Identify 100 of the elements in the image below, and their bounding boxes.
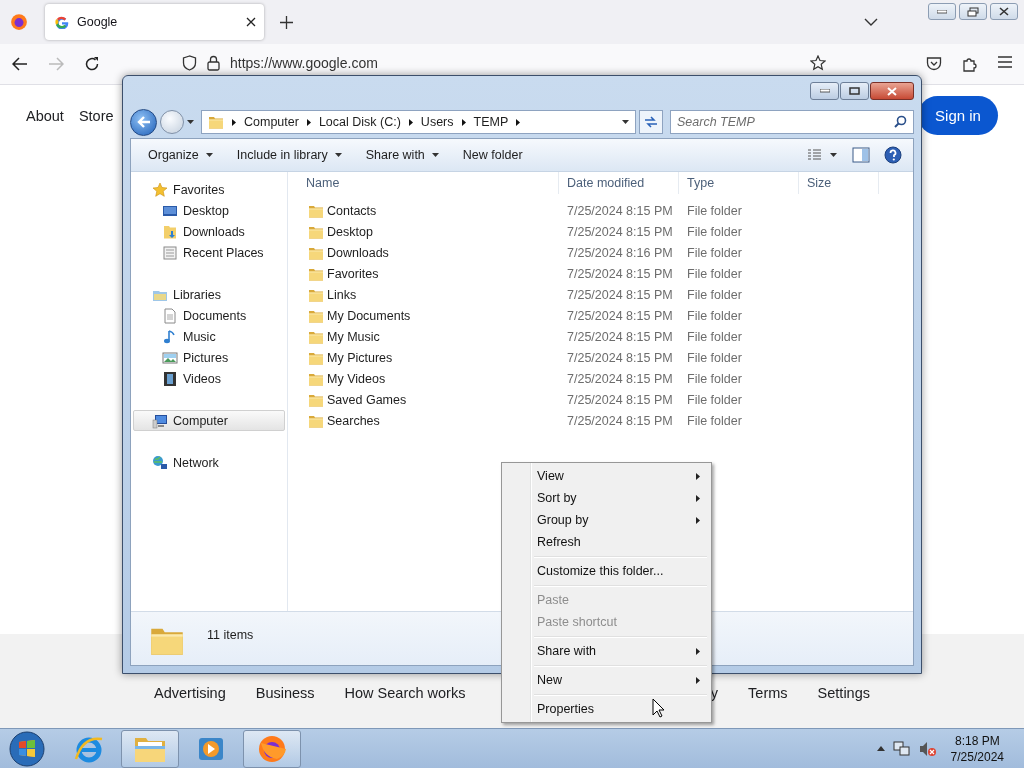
reload-icon[interactable] <box>84 56 100 72</box>
nav-item[interactable]: Music <box>133 326 285 347</box>
file-name[interactable]: Desktop <box>288 223 559 240</box>
file-name[interactable]: Contacts <box>288 202 559 219</box>
search-field[interactable]: Search TEMP <box>670 110 914 134</box>
date-modified: 7/25/2024 8:15 PM <box>566 266 674 281</box>
footer-link[interactable]: Business <box>255 685 315 701</box>
submenu-arrow-icon <box>696 516 700 524</box>
date-modified: 7/25/2024 8:15 PM <box>566 413 674 428</box>
header-link[interactable]: Store <box>78 108 114 124</box>
file-type: File folder <box>686 287 743 302</box>
column-header[interactable]: Type <box>679 172 799 194</box>
toolbar-button[interactable]: Include in library <box>230 145 348 165</box>
file-name[interactable]: My Documents <box>288 307 559 324</box>
menu-icon[interactable] <box>998 56 1012 68</box>
breadcrumb-item[interactable]: TEMP <box>473 115 509 129</box>
caret-icon <box>205 153 213 157</box>
file-name[interactable]: My Pictures <box>288 349 559 366</box>
file-name[interactable]: Downloads <box>288 244 559 261</box>
caret-up-icon[interactable] <box>876 746 885 751</box>
network-icon[interactable] <box>892 740 911 757</box>
close-icon[interactable] <box>246 17 256 27</box>
minimize-icon <box>937 9 947 14</box>
file-name[interactable]: Favorites <box>288 265 559 282</box>
volume-muted-icon[interactable] <box>918 740 937 757</box>
close-button[interactable] <box>870 82 914 100</box>
menu-item[interactable]: Properties <box>504 698 709 720</box>
nav-item[interactable]: Favorites <box>133 179 285 200</box>
document-icon <box>162 307 178 324</box>
menu-item[interactable]: New <box>504 669 709 691</box>
nav-item[interactable]: Downloads <box>133 221 285 242</box>
puzzle-icon[interactable] <box>962 56 978 72</box>
menu-item[interactable]: Group by <box>504 509 709 531</box>
nav-item[interactable]: Libraries <box>133 284 285 305</box>
taskbar-button[interactable] <box>243 729 301 768</box>
view-options-icon[interactable] <box>808 149 838 161</box>
chevron-down-icon[interactable] <box>864 18 878 26</box>
minimize-button[interactable] <box>810 82 839 100</box>
header-link[interactable]: About <box>26 108 64 124</box>
nav-item[interactable]: Computer <box>133 410 285 431</box>
footer-link[interactable]: Terms <box>748 685 788 701</box>
start-button[interactable] <box>8 729 46 768</box>
help-icon[interactable] <box>884 146 902 164</box>
chevron-right-icon <box>461 118 466 126</box>
forward-button[interactable] <box>160 110 184 134</box>
menu-item[interactable]: Sort by <box>504 487 709 509</box>
column-header[interactable]: Name <box>288 172 559 194</box>
back-arrow-icon <box>136 116 151 128</box>
nav-item[interactable]: Desktop <box>133 200 285 221</box>
file-name[interactable]: Links <box>288 286 559 303</box>
file-name[interactable]: My Videos <box>288 370 559 387</box>
breadcrumb-item[interactable]: Computer <box>244 115 299 129</box>
toolbar-button[interactable]: New folder <box>456 145 529 165</box>
toolbar-button[interactable]: Share with <box>359 145 445 165</box>
google-g-icon <box>55 15 69 29</box>
menu-item[interactable]: View <box>504 465 709 487</box>
footer-link[interactable]: How Search works <box>344 685 466 701</box>
nav-item[interactable]: Recent Places <box>133 242 285 263</box>
restore-button[interactable] <box>959 3 987 20</box>
menu-item[interactable]: Refresh <box>504 531 709 553</box>
star-icon[interactable] <box>810 55 826 71</box>
date-modified: 7/25/2024 8:15 PM <box>566 224 674 239</box>
footer-link[interactable]: Settings <box>817 685 870 701</box>
column-header[interactable]: Date modified <box>559 172 679 194</box>
file-name[interactable]: Searches <box>288 412 559 429</box>
taskbar-button[interactable] <box>121 729 179 768</box>
breadcrumb-item[interactable]: Local Disk (C:) <box>318 115 401 129</box>
column-header[interactable]: Size <box>799 172 879 194</box>
menu-item[interactable]: Share with <box>504 640 709 662</box>
submenu-arrow-icon <box>696 676 700 684</box>
file-type: File folder <box>686 350 743 365</box>
address-bar[interactable]: Computer Local Disk (C:) Users TEMP <box>201 110 636 134</box>
preview-pane-icon[interactable] <box>852 147 870 163</box>
restore-icon <box>967 6 979 17</box>
maximize-icon <box>849 87 860 95</box>
toolbar-button[interactable]: Organize <box>142 145 219 165</box>
file-name[interactable]: Saved Games <box>288 391 559 408</box>
back-arrow-icon[interactable] <box>12 57 28 71</box>
nav-item[interactable]: Videos <box>133 368 285 389</box>
refresh-button[interactable] <box>639 110 663 134</box>
maximize-button[interactable] <box>840 82 869 100</box>
chevron-right-icon <box>408 118 413 126</box>
breadcrumb-item[interactable]: Users <box>420 115 454 129</box>
nav-item[interactable]: Network <box>133 452 285 473</box>
pocket-icon[interactable] <box>926 56 942 71</box>
menu-item[interactable]: Customize this folder... <box>504 560 709 582</box>
close-button[interactable] <box>990 3 1018 20</box>
date-modified: 7/25/2024 8:15 PM <box>566 287 674 302</box>
nav-item[interactable]: Documents <box>133 305 285 326</box>
plus-icon[interactable] <box>280 15 293 29</box>
close-icon <box>999 7 1009 16</box>
clock[interactable]: 8:18 PM 7/25/2024 <box>950 732 1004 765</box>
browser-tab[interactable]: Google <box>45 4 264 40</box>
file-name[interactable]: My Music <box>288 328 559 345</box>
file-type: File folder <box>686 392 743 407</box>
chevron-right-icon <box>232 118 236 126</box>
back-button[interactable] <box>130 108 157 136</box>
firefox-icon[interactable] <box>10 13 28 31</box>
nav-item[interactable]: Pictures <box>133 347 285 368</box>
footer-link[interactable]: Advertising <box>154 685 226 701</box>
